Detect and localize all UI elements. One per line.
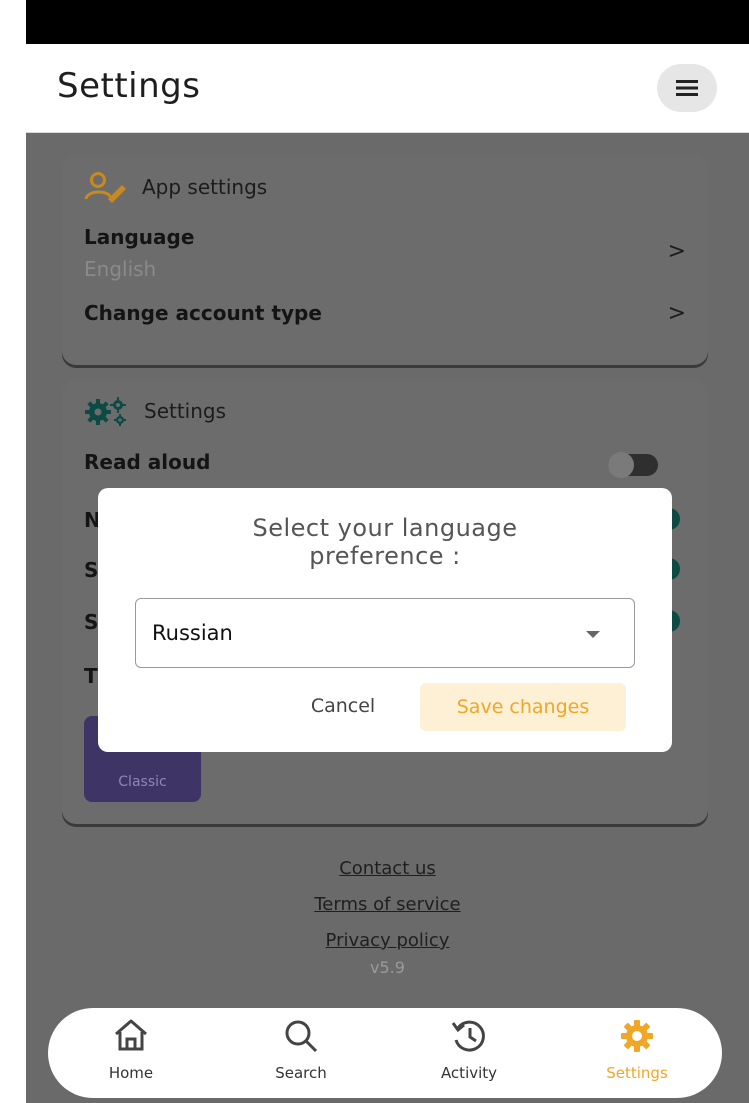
gear-icon <box>621 1020 653 1052</box>
gears-icon <box>85 397 126 426</box>
nav-home[interactable]: Home <box>76 1008 186 1098</box>
home-icon <box>115 1019 147 1051</box>
menu-button[interactable] <box>657 64 717 112</box>
language-label: Language <box>84 225 195 249</box>
nav-label-home: Home <box>108 1064 154 1082</box>
setting-row-label: S <box>84 610 99 634</box>
app-version: v5.9 <box>370 958 405 977</box>
footer-links: Contact us Terms of service Privacy poli… <box>26 858 749 977</box>
settings-title: Settings <box>144 399 227 423</box>
search-icon <box>285 1020 318 1053</box>
read-aloud-toggle[interactable] <box>608 452 658 478</box>
history-icon <box>451 1020 485 1052</box>
theme-tile-label: Classic <box>118 774 167 790</box>
change-account-label: Change account type <box>84 301 322 325</box>
cancel-button[interactable]: Cancel <box>288 683 398 729</box>
theme-label: T <box>84 664 98 688</box>
chevron-right-icon: > <box>667 239 686 264</box>
bottom-nav: Home Search Activity Settings <box>48 1008 722 1098</box>
read-aloud-label: Read aloud <box>84 450 211 474</box>
chevron-right-icon: > <box>667 301 686 326</box>
dialog-title: Select your language preference : <box>98 514 672 570</box>
left-margin <box>0 0 26 1103</box>
caret-down-icon <box>586 631 600 638</box>
hamburger-icon <box>676 80 698 96</box>
language-select-value: Russian <box>152 621 233 645</box>
setting-row-label: S <box>84 558 99 582</box>
app-header: Settings <box>26 44 749 133</box>
nav-label-settings: Settings <box>606 1064 668 1082</box>
settings-header: Settings <box>84 396 226 426</box>
dialog-title-line2: preference : <box>309 542 461 570</box>
language-dialog: Select your language preference : Russia… <box>98 488 672 752</box>
nav-settings[interactable]: Settings <box>582 1008 692 1098</box>
dialog-title-line1: Select your language <box>252 514 518 542</box>
toggle-knob <box>608 452 634 478</box>
nav-search[interactable]: Search <box>246 1008 356 1098</box>
app-settings-header: App settings <box>84 171 267 203</box>
app-settings-title: App settings <box>142 175 268 199</box>
user-edit-icon <box>84 172 126 203</box>
privacy-link[interactable]: Privacy policy <box>326 930 450 951</box>
language-value: English <box>84 257 157 281</box>
app-settings-card: App settings Language English > Change a… <box>62 155 708 365</box>
status-bar <box>26 0 749 44</box>
nav-activity[interactable]: Activity <box>414 1008 524 1098</box>
contact-link[interactable]: Contact us <box>339 858 436 879</box>
nav-label-activity: Activity <box>440 1064 498 1082</box>
save-changes-button[interactable]: Save changes <box>420 683 626 731</box>
terms-link[interactable]: Terms of service <box>314 894 460 915</box>
language-select[interactable]: Russian <box>135 598 635 668</box>
page-title: Settings <box>57 66 201 106</box>
nav-label-search: Search <box>275 1064 327 1082</box>
